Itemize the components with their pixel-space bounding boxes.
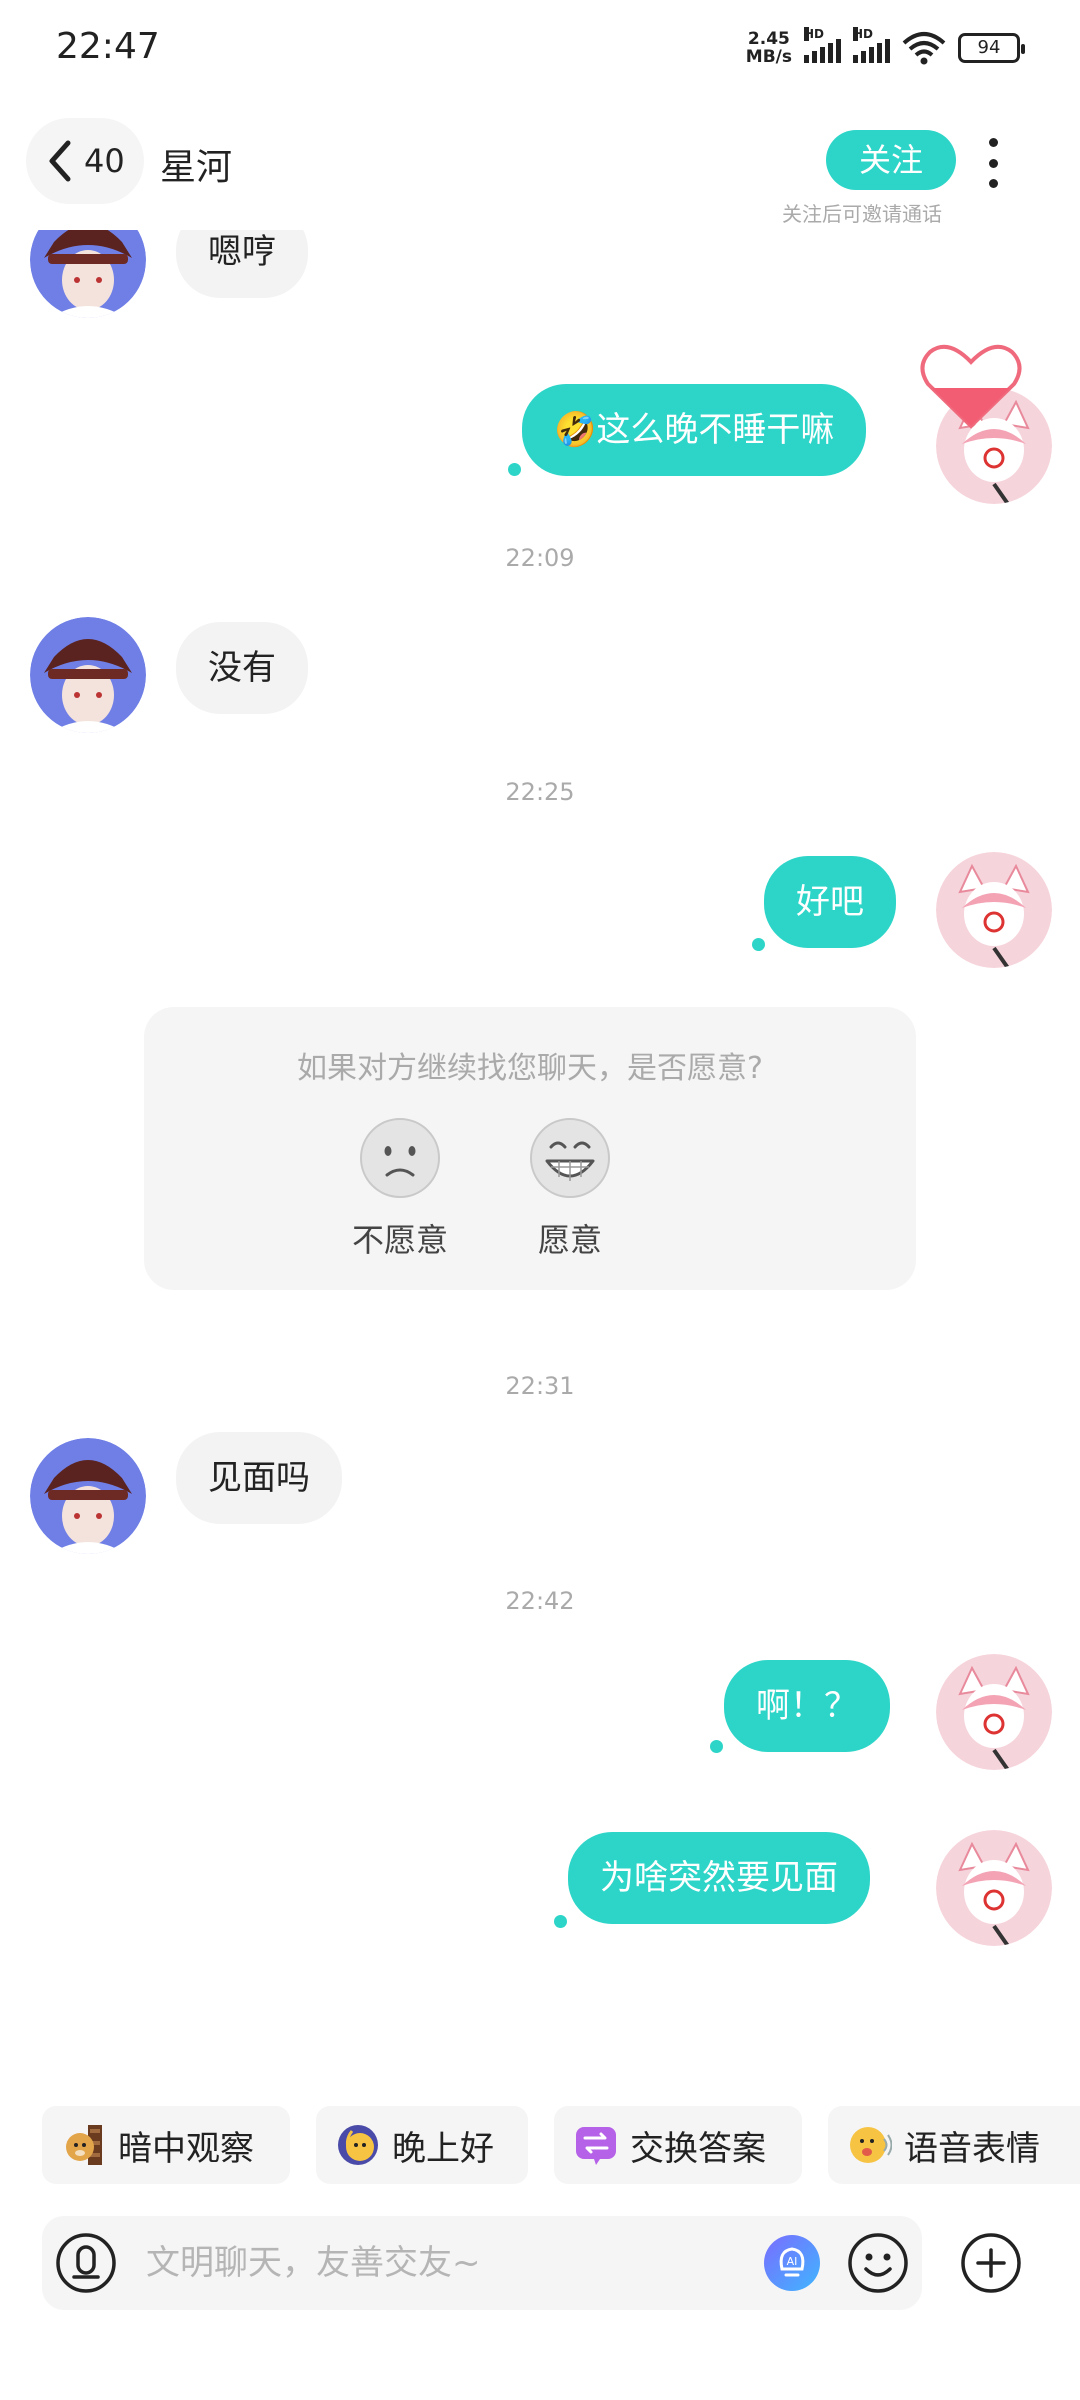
more-options-button[interactable] [978,138,1008,188]
signal-2-hd-badge: HD [853,27,874,41]
accept-label: 愿意 [537,1221,602,1259]
follow-button[interactable]: 关注 [826,130,956,190]
status-time: 22:47 [56,26,160,67]
message-bubble-sent[interactable]: 好吧 [764,856,896,948]
sad-face-icon [360,1118,440,1198]
more-dot-icon [988,158,998,168]
avatar-self[interactable] [936,1654,1052,1770]
avatar-other[interactable] [30,1438,146,1554]
avatar-self-image [936,1654,1052,1770]
message-bubble-sent[interactable]: 为啥突然要见面 [568,1832,870,1924]
quick-chip-label: 语音表情 [904,2128,1040,2169]
message-bubble-received[interactable]: 见面吗 [176,1432,342,1524]
signal-2-icon: HD [853,27,890,63]
voice-input-icon[interactable] [54,2231,118,2295]
quick-chip-exchange-answers[interactable]: 交换答案 [554,2106,802,2184]
network-speed-value: 2.45 [747,29,790,49]
more-dot-icon [988,138,998,147]
status-bar: 22:47 2.45 MB/s HD HD 94 [0,0,1080,100]
avatar-self[interactable] [936,852,1052,968]
timestamp: 22:42 [505,1587,575,1615]
read-indicator [508,463,521,476]
more-dot-icon [988,179,998,188]
svg-text:AI: AI [787,2255,798,2268]
read-indicator [554,1915,567,1928]
avatar-other-image [30,617,146,733]
decline-label: 不愿意 [351,1221,448,1259]
quick-chip-label: 暗中观察 [118,2128,254,2169]
battery-icon: 94 [958,33,1025,63]
wifi-icon [902,32,946,65]
unread-count: 40 [84,142,125,180]
decline-option[interactable]: 不愿意 [330,1117,470,1261]
chevron-left-icon [49,140,71,182]
read-indicator [710,1740,723,1753]
avatar-self-image [936,852,1052,968]
message-input[interactable] [146,2216,766,2310]
timestamp: 22:09 [505,544,575,572]
quick-chip-voice-emoji[interactable]: 语音表情 [828,2106,1080,2184]
exchange-icon [576,2127,616,2165]
chat-title: 星河 [160,147,233,188]
avatar-other-image [30,1438,146,1554]
network-speed: 2.45 MB/s [746,30,792,66]
quick-chip-good-evening[interactable]: 晚上好 [316,2106,528,2184]
add-attachment-icon[interactable] [960,2232,1022,2294]
quick-chip-label: 交换答案 [630,2128,766,2169]
heart-like-icon[interactable] [918,342,1024,432]
chat-header: 40 星河 关注 关注后可邀请通话 [0,100,1080,230]
avatar-other[interactable] [30,617,146,733]
willingness-prompt-card: 如果对方继续找您聊天，是否愿意? 不愿意 愿意 [144,1007,916,1290]
read-indicator [752,938,765,951]
message-bubble-received[interactable]: 没有 [176,622,308,714]
message-bubble-sent[interactable]: 🤣这么晚不睡干嘛 [522,384,867,476]
follow-hint: 关注后可邀请通话 [782,202,942,226]
doge-peek-icon [66,2125,102,2165]
ai-assistant-icon[interactable]: AI [762,2233,822,2293]
message-bubble-sent[interactable]: 啊！？ [724,1660,890,1752]
moon-face-icon [338,2125,378,2165]
quick-chip-label: 晚上好 [392,2128,494,2169]
timestamp: 22:31 [505,1372,575,1400]
signal-1-icon: HD [804,27,841,63]
timestamp: 22:25 [505,778,575,806]
voice-emoji-icon [850,2127,892,2163]
grinning-face-icon [530,1118,610,1198]
avatar-self[interactable] [936,1830,1052,1946]
status-indicators: 2.45 MB/s HD HD 94 [746,27,1025,66]
accept-option[interactable]: 愿意 [500,1117,640,1261]
back-button[interactable]: 40 [26,118,144,204]
prompt-question: 如果对方继续找您聊天，是否愿意? [297,1051,763,1086]
emoji-icon[interactable] [846,2231,910,2295]
quick-chip-secret-watch[interactable]: 暗中观察 [42,2106,290,2184]
signal-1-hd-badge: HD [804,27,825,41]
network-speed-unit: MB/s [745,47,792,67]
avatar-self-image [936,1830,1052,1946]
quick-reply-bar[interactable]: 暗中观察 晚上好 交换答案 语音表情 [0,2106,1080,2184]
message-input-bar: AI [42,2216,922,2310]
